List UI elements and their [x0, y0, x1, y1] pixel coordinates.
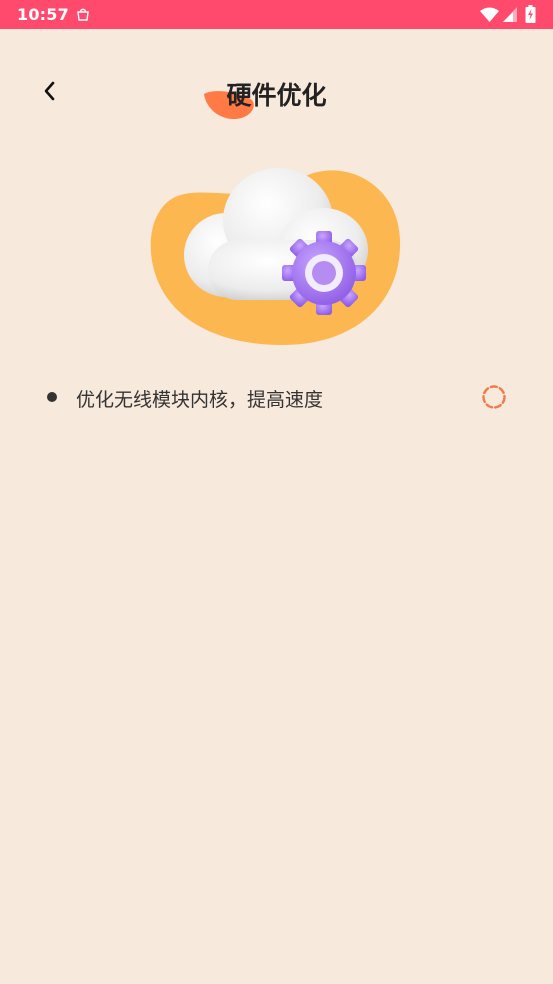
status-time: 10:57 — [17, 5, 69, 24]
task-row: 优化无线模块内核，提高速度 — [0, 380, 553, 414]
loading-spinner-icon — [482, 385, 506, 409]
bullet-dot — [47, 392, 57, 402]
notification-bag-icon — [77, 8, 89, 21]
cloud-gear-illustration — [150, 168, 401, 345]
status-bar: 10:57 — [0, 0, 553, 29]
wifi-icon — [480, 7, 499, 22]
battery-charging-icon — [525, 5, 536, 23]
task-label: 优化无线模块内核，提高速度 — [76, 389, 324, 411]
cell-signal-icon — [503, 7, 517, 22]
page-title: 硬件优化 — [226, 81, 327, 110]
gear-icon — [282, 231, 366, 315]
